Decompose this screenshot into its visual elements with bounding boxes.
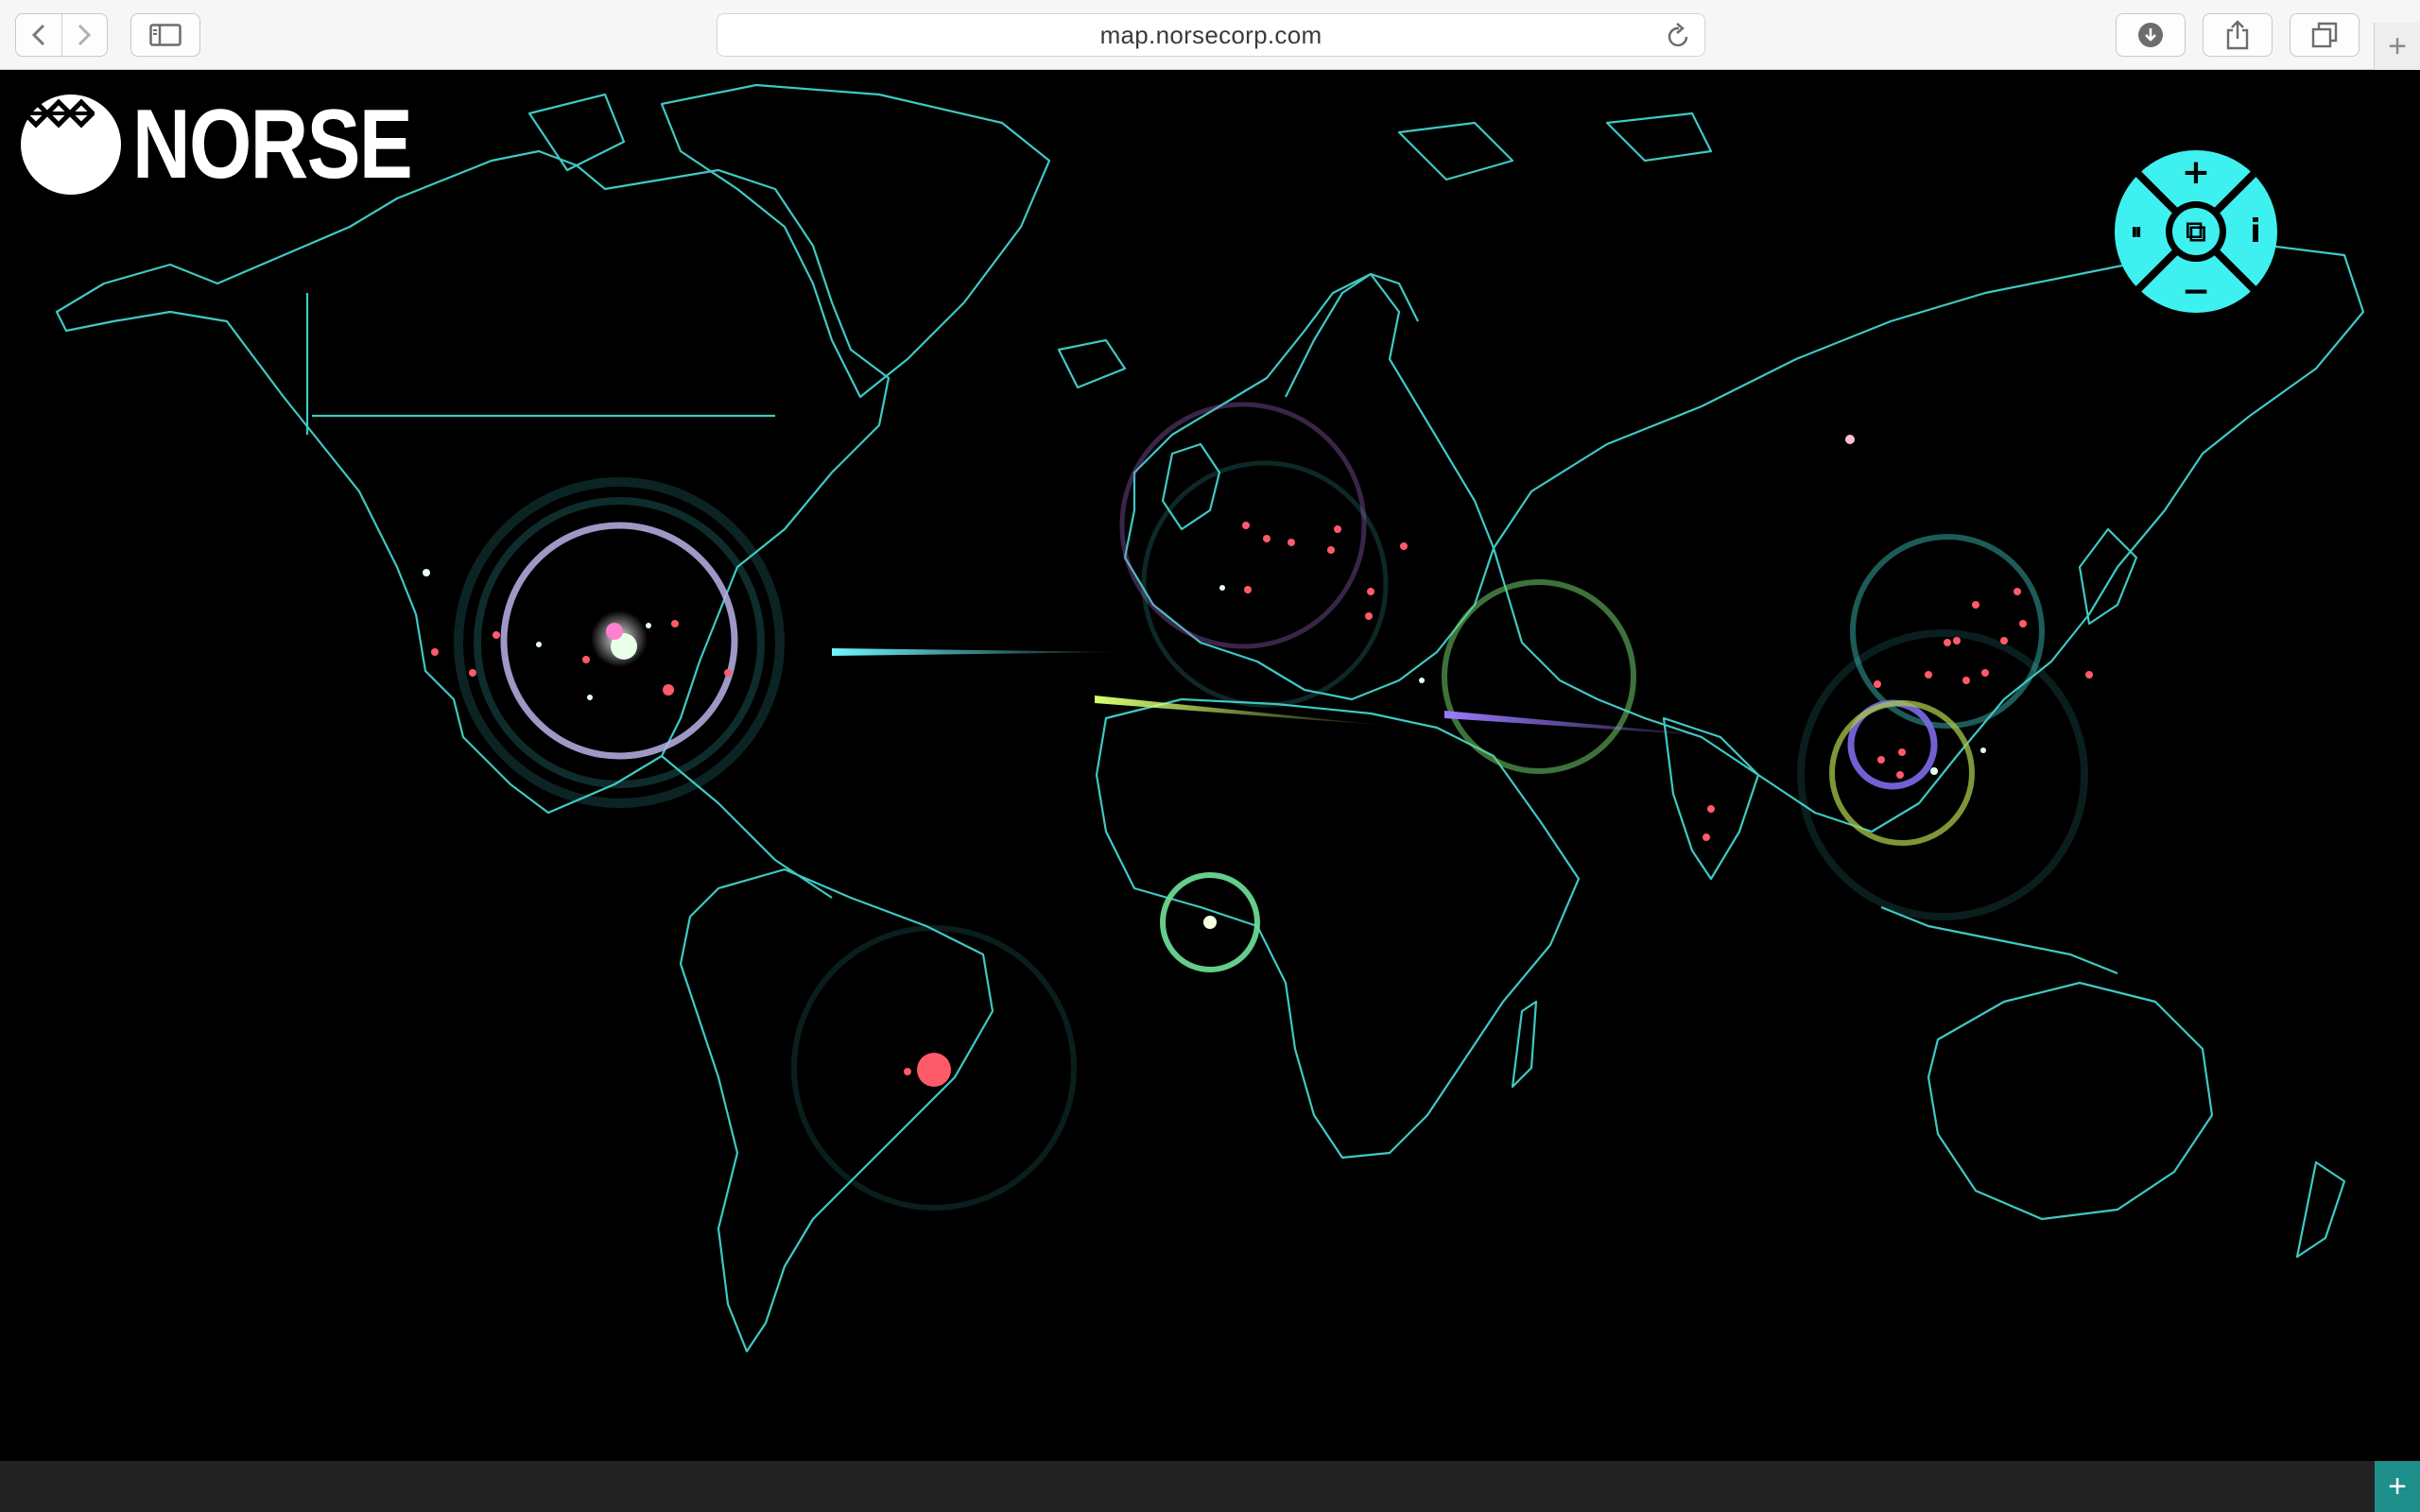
browser-toolbar: map.norsecorp.com + <box>0 0 2420 70</box>
sidebar-button[interactable] <box>130 13 200 57</box>
bottom-stats-bar: + <box>0 1461 2420 1512</box>
dot-ghana <box>1203 916 1217 929</box>
dot-usa-pink <box>606 623 623 640</box>
attack-map[interactable]: NORSE + − ⏸ i ⧉ <box>0 70 2420 1461</box>
chevron-right-icon <box>78 24 92 46</box>
download-icon <box>2138 23 2163 47</box>
south-america-outline <box>679 868 994 1353</box>
dot-russia <box>1845 435 1855 444</box>
map-control-pad: + − ⏸ i ⧉ <box>2114 149 2278 314</box>
share-icon <box>2226 20 2249 50</box>
beam-cyan <box>832 648 1125 656</box>
nav-buttons <box>15 13 108 57</box>
chevron-left-icon <box>31 24 44 46</box>
norse-logo[interactable]: NORSE <box>21 94 473 195</box>
share-button[interactable] <box>2203 13 2273 57</box>
small-red-dots <box>431 522 2093 1075</box>
address-bar[interactable]: map.norsecorp.com <box>717 13 1705 57</box>
new-tab-button[interactable]: + <box>2374 23 2420 70</box>
expand-panel-button[interactable]: + <box>2375 1461 2420 1512</box>
greenland-outline <box>660 83 1051 399</box>
continent-outlines <box>55 83 2365 1353</box>
tabs-button[interactable] <box>2290 13 2360 57</box>
zoom-in-button[interactable]: + <box>2172 151 2220 193</box>
tabs-overview-icon <box>2311 22 2338 48</box>
madagascar-outline <box>1511 1000 1538 1089</box>
arctic-islands <box>527 93 1713 181</box>
central-america-outline <box>661 755 833 899</box>
world-map-canvas <box>55 83 2365 1353</box>
url-text: map.norsecorp.com <box>1099 20 1322 49</box>
dot-brazil <box>917 1053 951 1087</box>
europe-outline <box>1123 272 1495 701</box>
ring-iran <box>1442 579 1636 774</box>
sidebar-icon <box>149 24 182 46</box>
info-button[interactable]: i <box>2235 208 2276 255</box>
iceland-outline <box>1057 338 1127 389</box>
new-zealand-outline <box>2295 1160 2346 1259</box>
forward-button[interactable] <box>62 14 108 56</box>
attack-beams <box>832 648 1730 737</box>
norse-logo-mark-icon <box>21 94 121 195</box>
scandinavia-outline <box>1285 272 1419 398</box>
plus-icon: + <box>2388 1468 2407 1504</box>
brand-name: NORSE <box>132 90 413 199</box>
downloads-button[interactable] <box>2116 13 2186 57</box>
reload-icon <box>1668 23 1688 47</box>
pause-button[interactable]: ⏸ <box>2116 210 2157 253</box>
plus-icon: + <box>2388 27 2407 64</box>
reload-button[interactable] <box>1667 23 1691 56</box>
back-button[interactable] <box>16 14 62 56</box>
attack-rings <box>454 402 2088 1211</box>
japan-outline <box>2078 527 2138 626</box>
zoom-out-button[interactable]: − <box>2172 270 2220 312</box>
fullscreen-button[interactable]: ⧉ <box>2176 212 2216 251</box>
small-white-dots <box>423 569 1986 775</box>
australia-outline <box>1927 981 2214 1221</box>
